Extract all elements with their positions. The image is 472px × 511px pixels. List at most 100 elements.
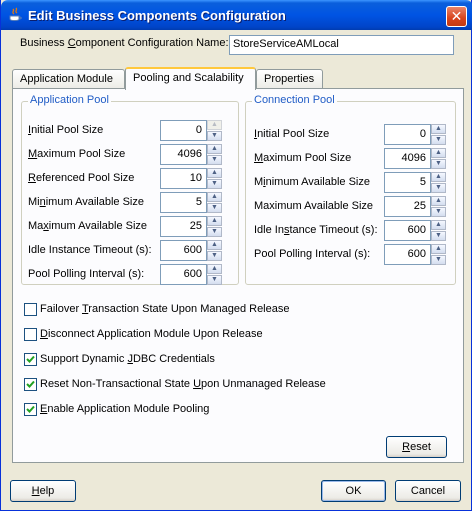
spinner-up-icon[interactable]: ▲	[431, 220, 446, 230]
application-pool-field-label: Maximum Pool Size	[28, 148, 126, 160]
application-pool-field-label: Idle Instance Timeout (s):	[28, 244, 152, 256]
spinner-up-icon[interactable]: ▲	[207, 168, 222, 178]
application-pool-spinner[interactable]: 0 ▲ ▼	[160, 120, 222, 141]
checkbox-checked-icon[interactable]	[24, 403, 37, 416]
spinner-value-field[interactable]: 600	[384, 220, 431, 241]
spinner-down-icon[interactable]: ▼	[207, 251, 222, 261]
spinner-up-icon[interactable]: ▲	[431, 244, 446, 254]
spinner-value-field[interactable]: 4096	[160, 144, 207, 165]
spinner-up-icon[interactable]: ▲	[431, 172, 446, 182]
connection-pool-spinner[interactable]: 600 ▲ ▼	[384, 220, 446, 241]
spinner-up-icon[interactable]: ▲	[207, 240, 222, 250]
reset-button[interactable]: Reset	[386, 436, 447, 458]
connection-pool-field-label: Idle Instance Timeout (s):	[254, 224, 378, 236]
application-pool-field-label: Minimum Available Size	[28, 196, 144, 208]
checkbox-checked-icon[interactable]	[24, 378, 37, 391]
connection-pool-field-label: Pool Polling Interval (s):	[254, 248, 371, 260]
spinner-value-field[interactable]: 4096	[384, 148, 431, 169]
spinner-down-icon[interactable]: ▼	[431, 135, 446, 145]
spinner-down-icon[interactable]: ▼	[207, 227, 222, 237]
spinner-down-icon[interactable]: ▼	[431, 159, 446, 169]
spinner-value-field[interactable]: 600	[160, 264, 207, 285]
checkbox-label: Disconnect Application Module Upon Relea…	[40, 328, 263, 340]
connection-pool-group: Connection Pool Initial Pool Size 0 ▲ ▼ Maxi…	[245, 94, 456, 285]
spinner-value-field[interactable]: 25	[160, 216, 207, 237]
tab-properties[interactable]: Properties	[256, 69, 323, 89]
spinner-down-icon[interactable]: ▼	[431, 231, 446, 241]
close-icon: ✕	[450, 8, 463, 24]
application-pool-spinner[interactable]: 5 ▲ ▼	[160, 192, 222, 213]
spinner-up-icon[interactable]: ▲	[431, 148, 446, 158]
checkbox-row[interactable]: Reset Non-Transactional State Upon Unman…	[24, 378, 326, 392]
window-title: Edit Business Components Configuration	[28, 8, 286, 23]
connection-pool-title: Connection Pool	[252, 94, 337, 106]
checkbox-row[interactable]: Enable Application Module Pooling	[24, 403, 324, 417]
spinner-value-field[interactable]: 0	[160, 120, 207, 141]
connection-pool-field-label: Maximum Pool Size	[254, 152, 352, 164]
help-button[interactable]: Help	[10, 480, 76, 502]
connection-pool-field-label: Maximum Available Size	[254, 200, 374, 212]
spinner-up-icon[interactable]: ▲	[207, 120, 222, 130]
application-pool-group: Application Pool Initial Pool Size 0 ▲ ▼ Max…	[21, 94, 239, 285]
ok-button[interactable]: OK	[321, 480, 386, 502]
application-pool-spinner[interactable]: 25 ▲ ▼	[160, 216, 222, 237]
spinner-down-icon[interactable]: ▼	[207, 203, 222, 213]
tab-application-module[interactable]: Application Module	[12, 69, 125, 89]
config-name-input[interactable]: StoreServiceAMLocal	[229, 35, 454, 55]
spinner-up-icon[interactable]: ▲	[431, 124, 446, 134]
close-button[interactable]: ✕	[446, 6, 467, 27]
application-pool-field-label: Pool Polling Interval (s):	[28, 268, 145, 280]
application-pool-title: Application Pool	[28, 94, 111, 106]
title-bar[interactable]: Edit Business Components Configuration ✕	[1, 0, 472, 30]
checkbox-unchecked-icon[interactable]	[24, 303, 37, 316]
spinner-down-icon[interactable]: ▼	[207, 179, 222, 189]
spinner-down-icon[interactable]: ▼	[431, 207, 446, 217]
connection-pool-spinner[interactable]: 25 ▲ ▼	[384, 196, 446, 217]
spinner-value-field[interactable]: 25	[384, 196, 431, 217]
application-pool-spinner[interactable]: 4096 ▲ ▼	[160, 144, 222, 165]
connection-pool-spinner[interactable]: 600 ▲ ▼	[384, 244, 446, 265]
spinner-up-icon[interactable]: ▲	[207, 264, 222, 274]
application-pool-field-label: Initial Pool Size	[28, 124, 104, 136]
connection-pool-spinner[interactable]: 4096 ▲ ▼	[384, 148, 446, 169]
checkbox-label: Failover Transaction State Upon Managed …	[40, 303, 290, 315]
application-pool-spinner[interactable]: 600 ▲ ▼	[160, 240, 222, 261]
spinner-down-icon[interactable]: ▼	[207, 131, 222, 141]
tab-panel-pooling: Application Pool Initial Pool Size 0 ▲ ▼ Max…	[12, 88, 464, 463]
config-name-label: Business Component Configuration Name:	[20, 37, 229, 49]
connection-pool-spinner[interactable]: 5 ▲ ▼	[384, 172, 446, 193]
checkbox-label: Reset Non-Transactional State Upon Unman…	[40, 378, 326, 390]
tab-pooling-and-scalability[interactable]: Pooling and Scalability	[125, 67, 256, 90]
spinner-value-field[interactable]: 5	[384, 172, 431, 193]
spinner-down-icon[interactable]: ▼	[431, 183, 446, 193]
spinner-up-icon[interactable]: ▲	[207, 192, 222, 202]
checkbox-unchecked-icon[interactable]	[24, 328, 37, 341]
application-pool-field-label: Maximum Available Size	[28, 220, 148, 232]
checkbox-label: Support Dynamic JDBC Credentials	[40, 353, 215, 365]
checkbox-row[interactable]: Support Dynamic JDBC Credentials	[24, 353, 324, 367]
spinner-up-icon[interactable]: ▲	[207, 216, 222, 226]
spinner-value-field[interactable]: 600	[384, 244, 431, 265]
connection-pool-field-label: Initial Pool Size	[254, 128, 330, 140]
application-pool-spinner[interactable]: 10 ▲ ▼	[160, 168, 222, 189]
checkbox-row[interactable]: Failover Transaction State Upon Managed …	[24, 303, 324, 317]
checkbox-checked-icon[interactable]	[24, 353, 37, 366]
cancel-button[interactable]: Cancel	[395, 480, 461, 502]
application-pool-spinner[interactable]: 600 ▲ ▼	[160, 264, 222, 285]
connection-pool-spinner[interactable]: 0 ▲ ▼	[384, 124, 446, 145]
application-pool-field-label: Referenced Pool Size	[28, 172, 135, 184]
connection-pool-field-label: Minimum Available Size	[254, 176, 370, 188]
java-icon	[7, 7, 23, 23]
spinner-value-field[interactable]: 0	[384, 124, 431, 145]
spinner-down-icon[interactable]: ▼	[207, 275, 222, 285]
dialog-window: Edit Business Components Configuration ✕…	[0, 0, 472, 511]
spinner-value-field[interactable]: 600	[160, 240, 207, 261]
checkbox-row[interactable]: Disconnect Application Module Upon Relea…	[24, 328, 324, 342]
spinner-value-field[interactable]: 5	[160, 192, 207, 213]
spinner-up-icon[interactable]: ▲	[431, 196, 446, 206]
spinner-down-icon[interactable]: ▼	[431, 255, 446, 265]
spinner-down-icon[interactable]: ▼	[207, 155, 222, 165]
spinner-up-icon[interactable]: ▲	[207, 144, 222, 154]
spinner-value-field[interactable]: 10	[160, 168, 207, 189]
checkbox-label: Enable Application Module Pooling	[40, 403, 210, 415]
